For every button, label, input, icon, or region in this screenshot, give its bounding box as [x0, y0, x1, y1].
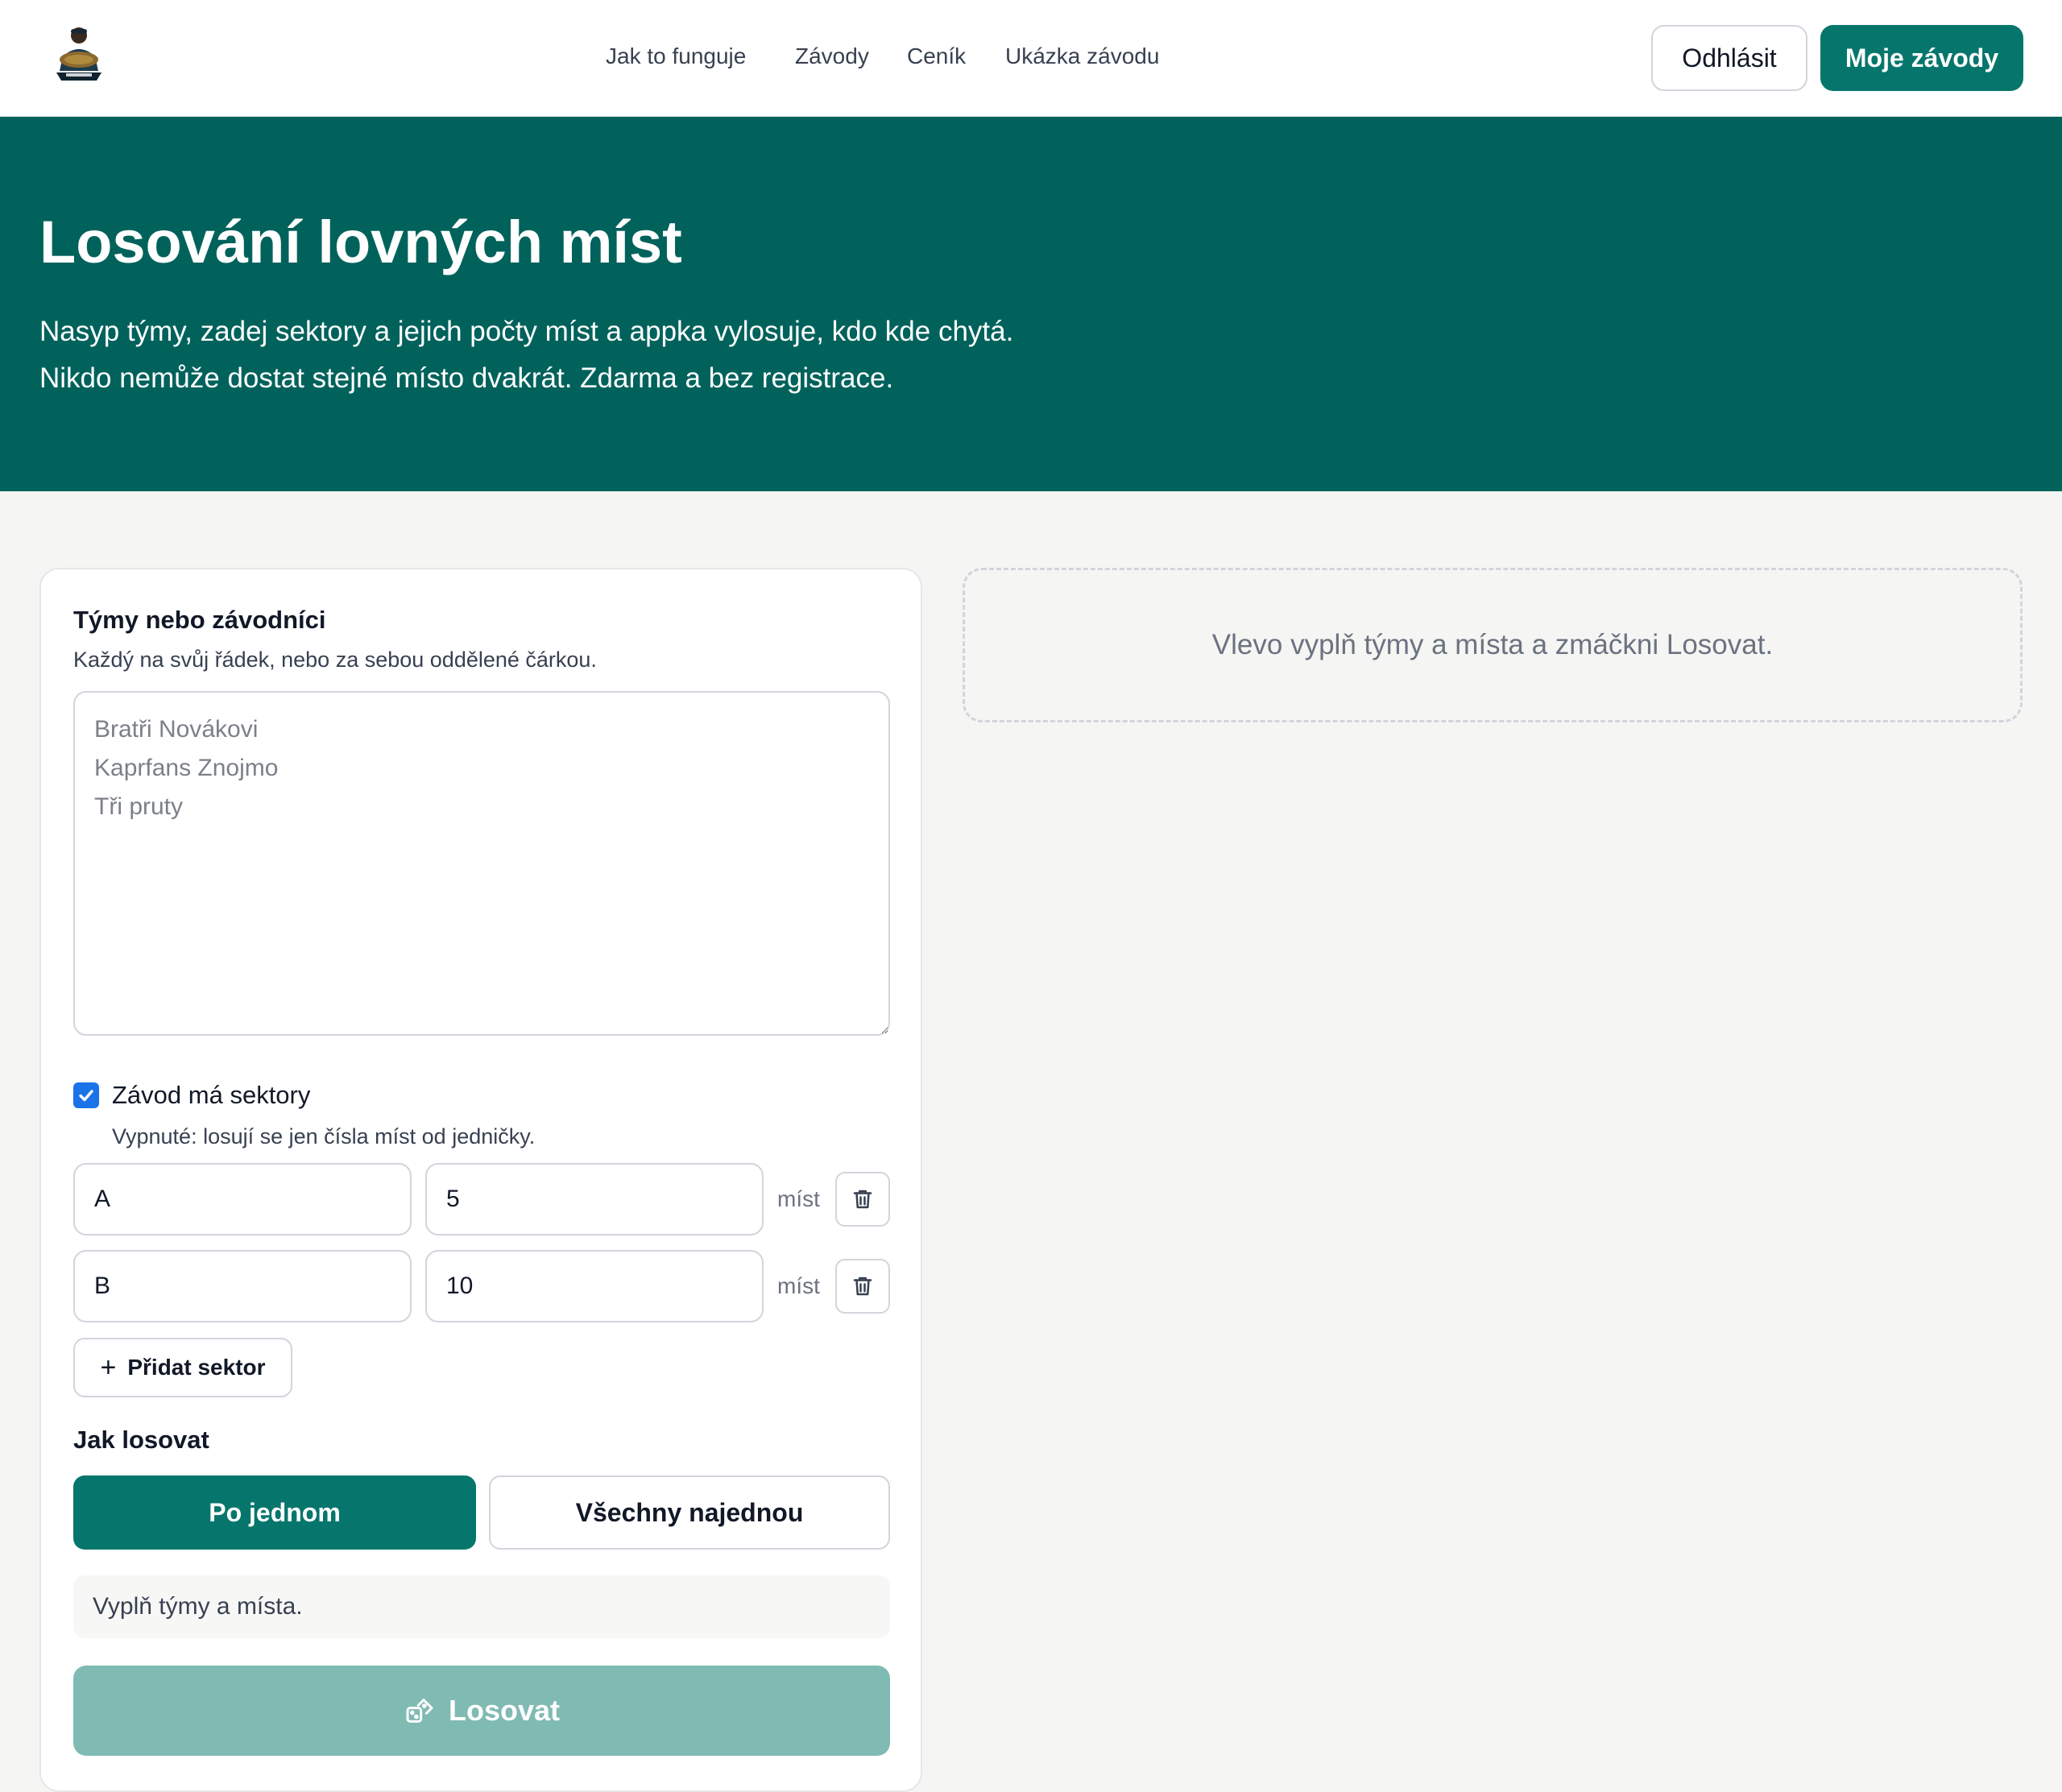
sector-count-input[interactable]	[425, 1163, 764, 1235]
teams-title: Týmy nebo závodníci	[73, 606, 326, 634]
my-races-button[interactable]: Moje závody	[1820, 25, 2023, 91]
logout-button[interactable]: Odhlásit	[1651, 25, 1807, 91]
hero-banner: Losování lovných míst Nasyp týmy, zadej …	[0, 117, 2062, 491]
sectors-checkbox[interactable]	[73, 1082, 99, 1108]
sector-count-input[interactable]	[425, 1250, 764, 1322]
trash-icon	[853, 1190, 872, 1209]
delete-sector-button[interactable]	[835, 1172, 890, 1227]
mode-all-at-once-button[interactable]: Všechny najednou	[489, 1475, 890, 1550]
teams-textarea[interactable]	[73, 691, 890, 1036]
sector-name-input[interactable]	[73, 1163, 412, 1235]
add-sector-label: Přidat sektor	[127, 1355, 266, 1380]
sector-unit-label: míst	[777, 1186, 820, 1211]
nav-pricing[interactable]: Ceník	[907, 43, 966, 69]
hero-description: Nasyp týmy, zadej sektory a jejich počty…	[39, 308, 1167, 402]
page-title: Losování lovných míst	[39, 209, 682, 275]
delete-sector-button[interactable]	[835, 1259, 890, 1314]
result-placeholder: Vlevo vyplň týmy a místa a zmáčkni Losov…	[963, 568, 2023, 722]
nav-race-demo[interactable]: Ukázka závodu	[1005, 43, 1159, 69]
status-message: Vyplň týmy a místa.	[73, 1575, 890, 1638]
plus-icon: +	[100, 1352, 117, 1383]
trash-icon	[853, 1277, 872, 1296]
teams-hint: Každý na svůj řádek, nebo za sebou odděl…	[73, 648, 597, 672]
top-header: Jak to funguje Závody Ceník Ukázka závod…	[0, 0, 2062, 117]
result-placeholder-text: Vlevo vyplň týmy a místa a zmáčkni Losov…	[1211, 629, 1774, 660]
nav-races[interactable]: Závody	[795, 43, 869, 69]
checkmark-icon	[79, 1090, 93, 1102]
draw-button[interactable]: Losovat	[73, 1666, 890, 1756]
draw-button-label: Losovat	[448, 1694, 561, 1727]
hero-description-line-1: Nasyp týmy, zadej sektory a jejich počty…	[39, 316, 1014, 347]
draw-mode-title: Jak losovat	[73, 1426, 209, 1454]
hero-description-line-2: Nikdo nemůže dostat stejné místo dvakrát…	[39, 362, 894, 394]
sectors-checkbox-label: Závod má sektory	[112, 1081, 311, 1109]
sector-name-input[interactable]	[73, 1250, 412, 1322]
dice-icon	[404, 1695, 436, 1727]
mode-one-by-one-button[interactable]: Po jednom	[73, 1475, 476, 1550]
sectors-hint: Vypnuté: losují se jen čísla míst od jed…	[112, 1124, 536, 1148]
add-sector-button[interactable]: + Přidat sektor	[73, 1338, 292, 1397]
sector-unit-label: míst	[777, 1273, 820, 1298]
draw-form-card: Týmy nebo závodníci Každý na svůj řádek,…	[39, 568, 922, 1792]
sectors-toggle-row[interactable]: Závod má sektory	[73, 1079, 310, 1111]
nav-how-it-works[interactable]: Jak to funguje	[606, 43, 746, 69]
